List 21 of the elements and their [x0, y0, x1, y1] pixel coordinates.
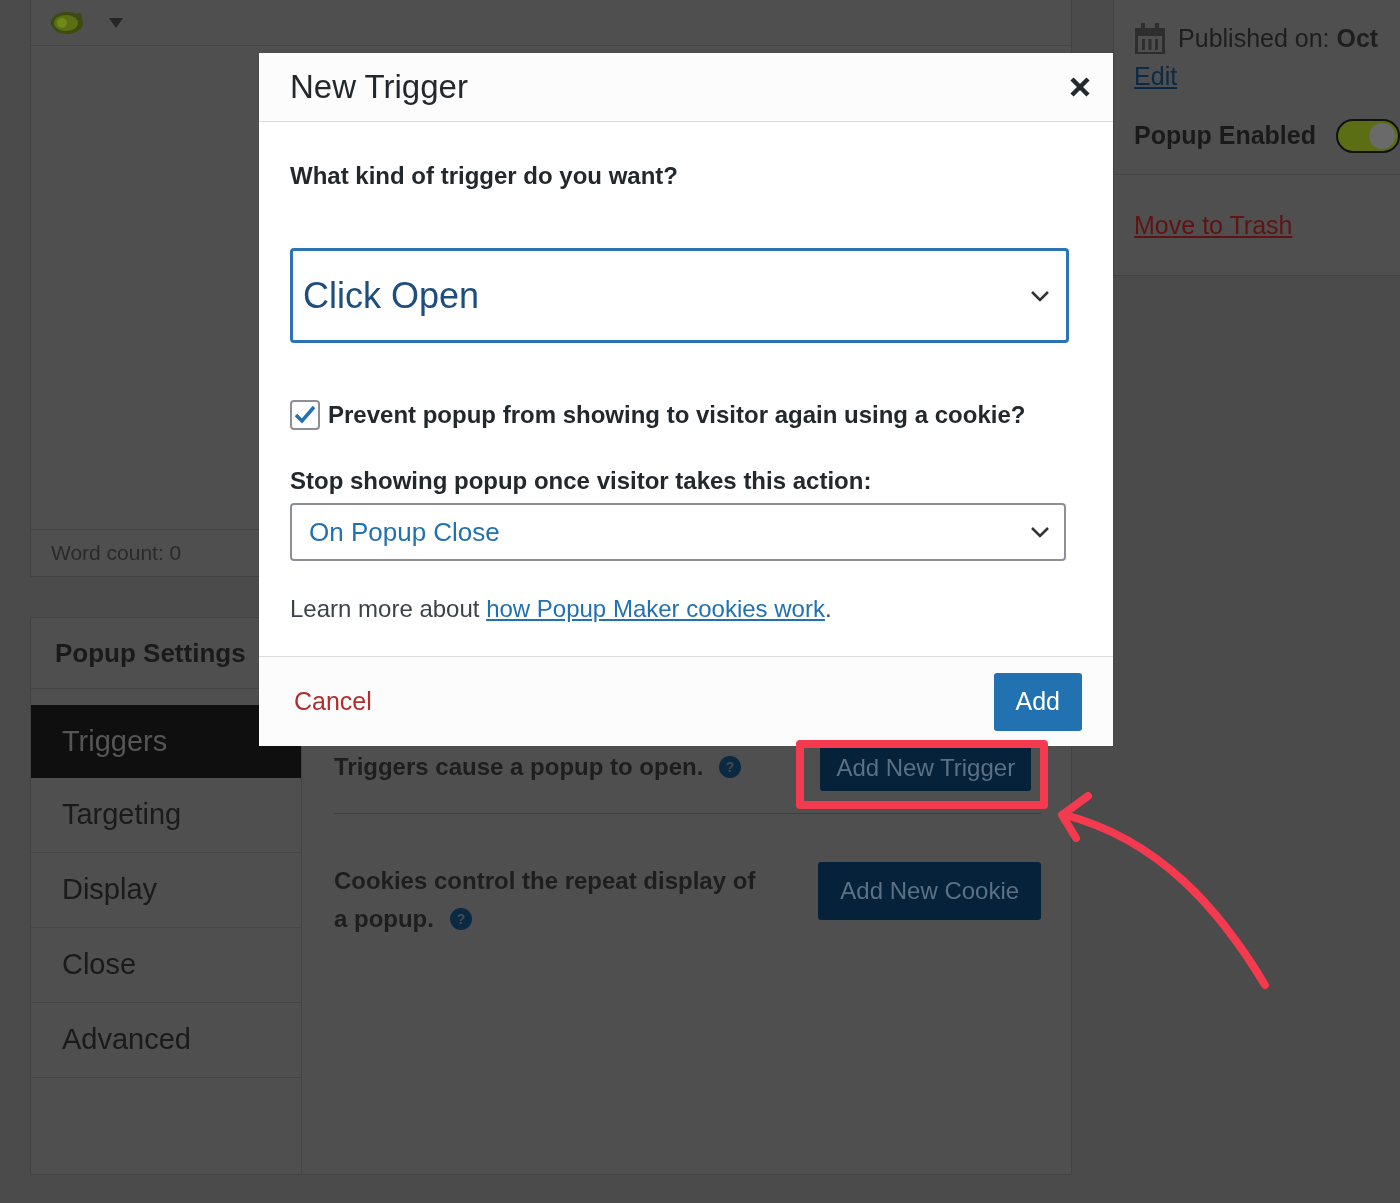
- trigger-type-select[interactable]: Click Open: [290, 248, 1069, 343]
- close-icon[interactable]: [1069, 76, 1091, 98]
- help-link[interactable]: how Popup Maker cookies work: [486, 595, 825, 622]
- edit-link[interactable]: Edit: [1134, 57, 1400, 95]
- chevron-down-icon: [1030, 289, 1050, 302]
- chevron-down-icon: [1030, 526, 1050, 538]
- move-to-trash-link[interactable]: Move to Trash: [1134, 211, 1293, 239]
- add-new-cookie-button[interactable]: Add New Cookie: [818, 862, 1042, 920]
- help-icon[interactable]: ?: [449, 908, 472, 930]
- stop-action-label: Stop showing popup once visitor takes this action:: [290, 466, 873, 496]
- add-button[interactable]: Add: [993, 672, 1082, 731]
- calendar-icon: [1134, 22, 1167, 55]
- stop-action-select[interactable]: On Popup Close: [290, 503, 1066, 561]
- dialog-title: New Trigger: [290, 67, 468, 108]
- toggle-switch[interactable]: [1336, 118, 1400, 153]
- checkbox[interactable]: [290, 400, 320, 430]
- checkbox-label: Prevent popup from showing to visitor again using a cookie?: [328, 400, 1026, 430]
- help-icon[interactable]: ?: [719, 756, 742, 778]
- help-text: Learn more about how Popup Maker cookies work.: [290, 594, 833, 624]
- question-label: What kind of trigger do you want?: [290, 161, 679, 191]
- add-new-trigger-button[interactable]: Add New Trigger: [820, 745, 1032, 791]
